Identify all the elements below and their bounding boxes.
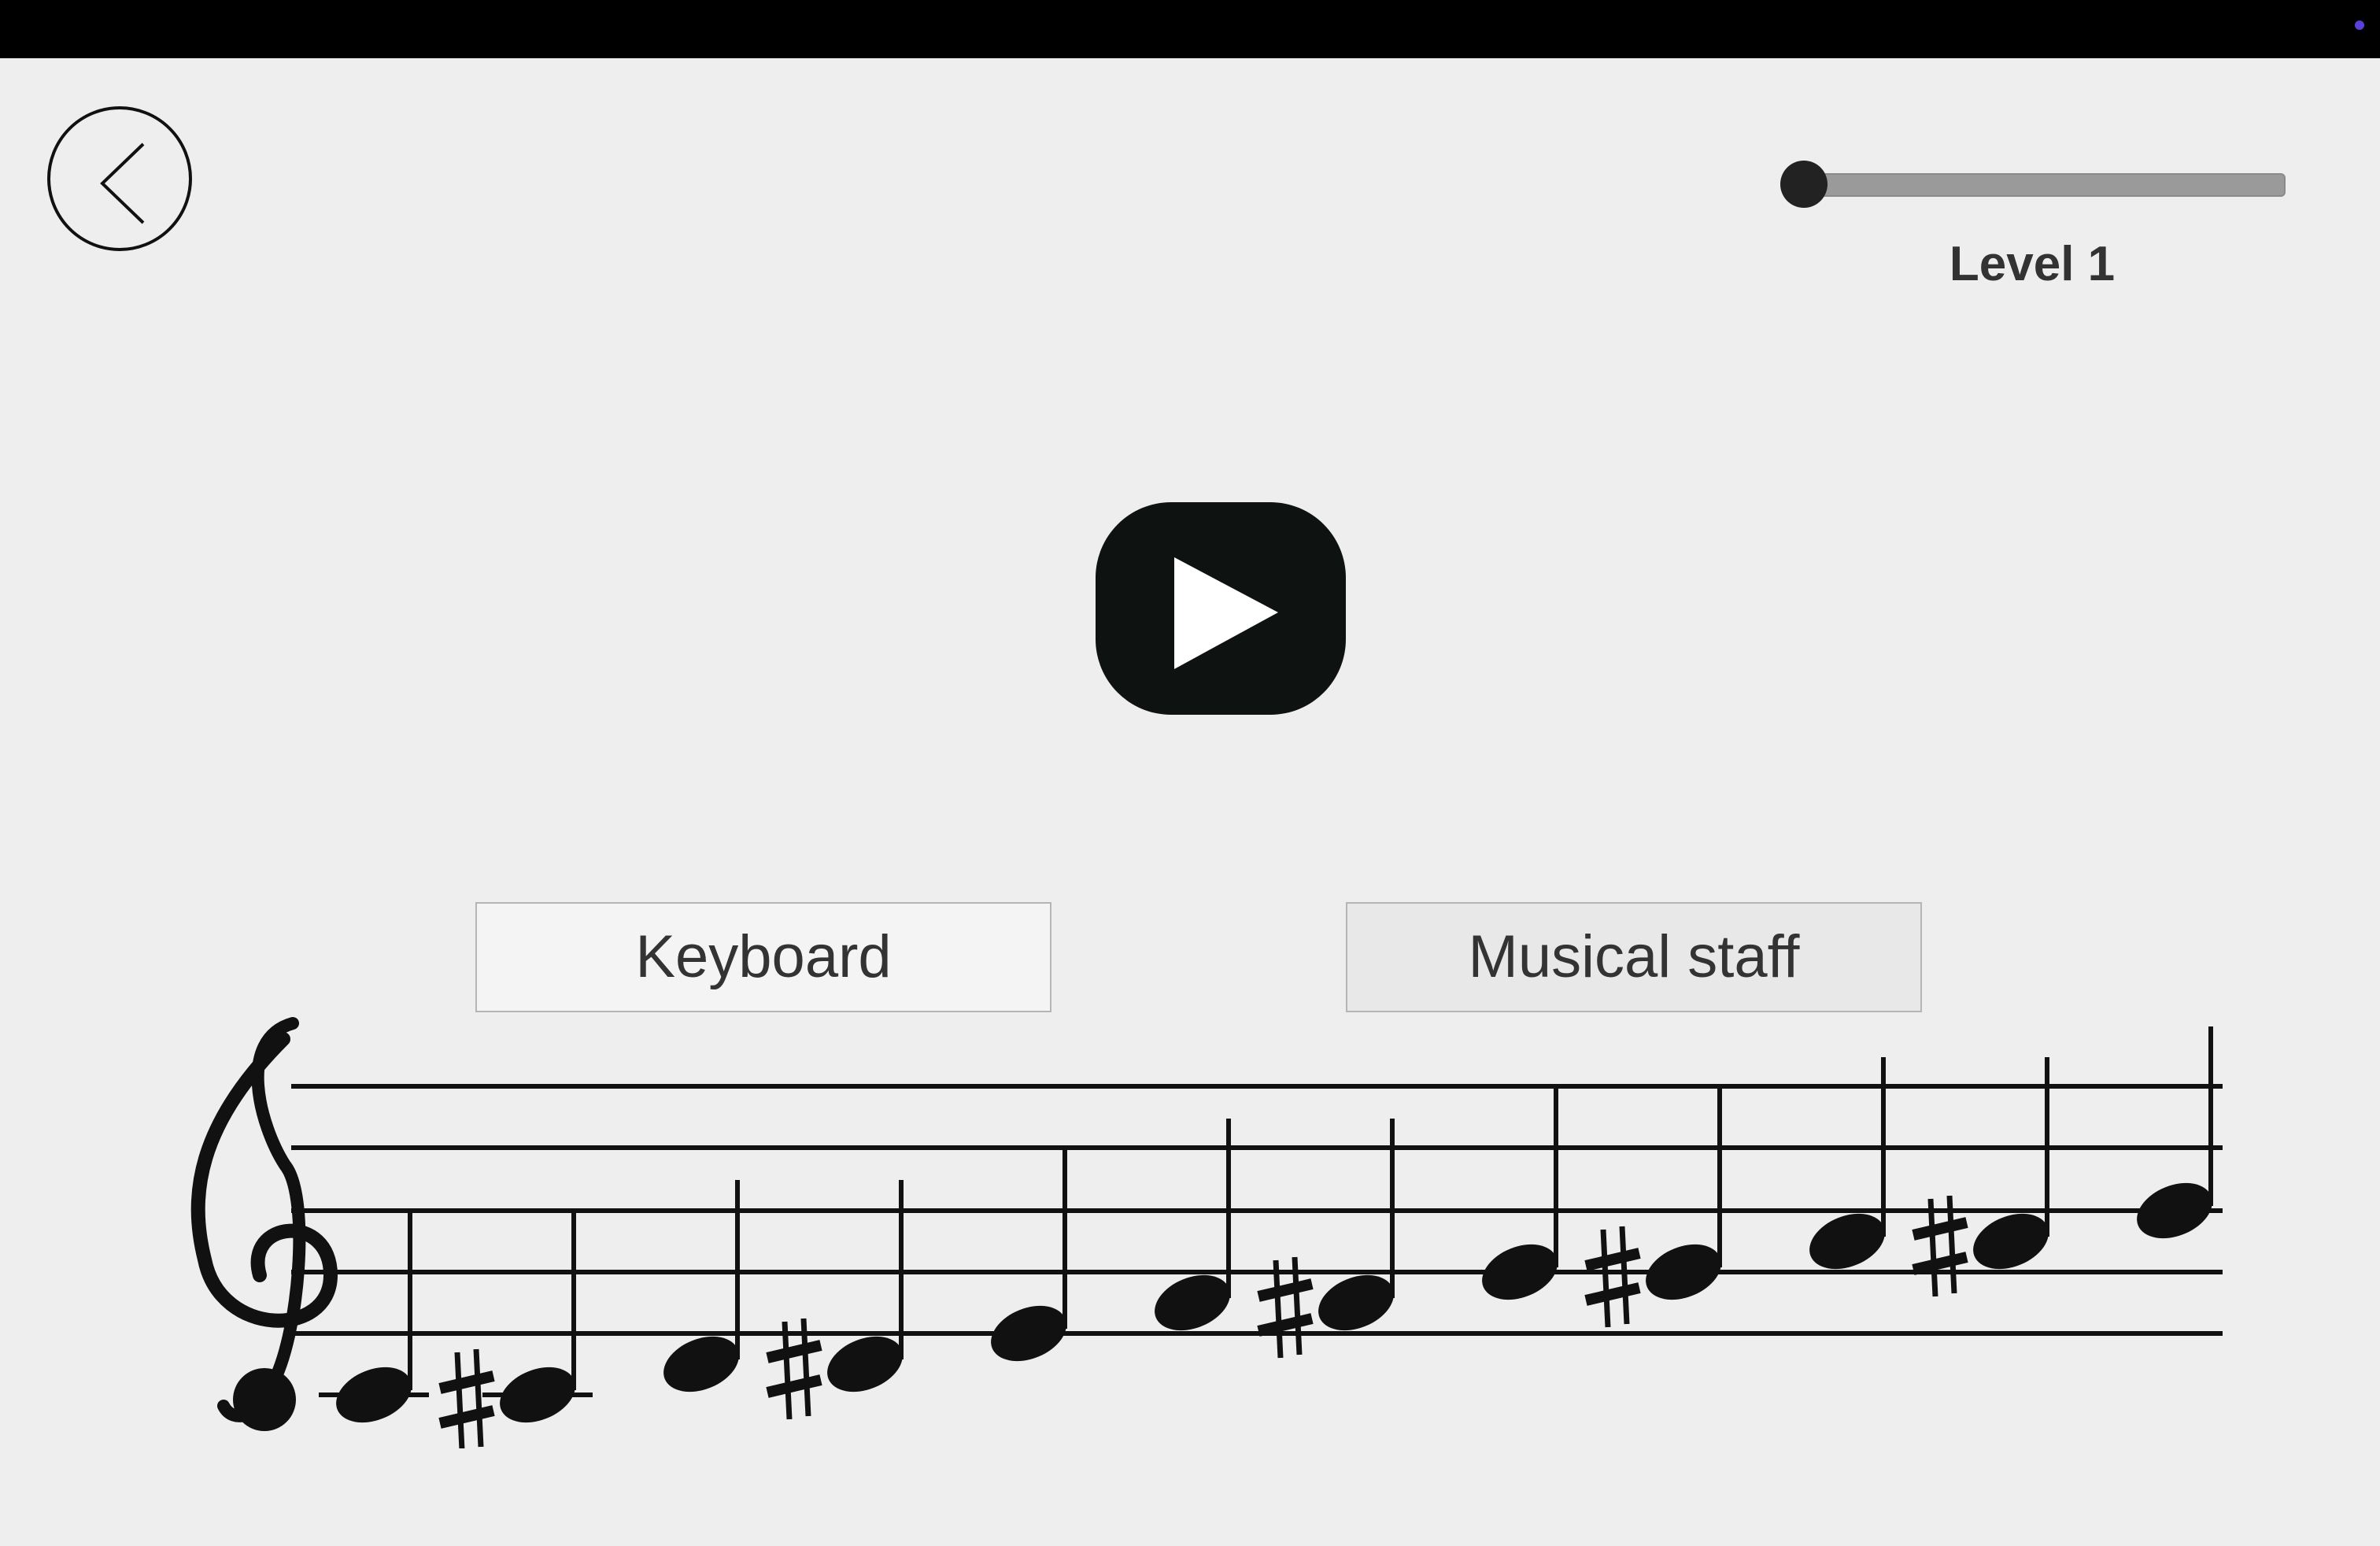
musical-staff — [190, 1017, 2223, 1448]
top-bar — [0, 0, 2380, 58]
note-head — [827, 1336, 903, 1393]
note-head — [2137, 1182, 2212, 1239]
notes-layer — [319, 1026, 2213, 1448]
staff-note — [1809, 1057, 1886, 1270]
staff-note — [1257, 1119, 1395, 1359]
sharp-sign-icon — [1584, 1226, 1641, 1328]
note-head — [1646, 1244, 1721, 1300]
status-indicator-dot — [2355, 20, 2364, 30]
keyboard-mode-button[interactable]: Keyboard — [475, 902, 1051, 1012]
staff-note — [663, 1180, 740, 1393]
note-head — [663, 1336, 739, 1393]
slider-track[interactable] — [1802, 173, 2286, 197]
staff-note — [1482, 1088, 1558, 1300]
staff-note — [1155, 1119, 1231, 1331]
staff-note — [2137, 1026, 2213, 1239]
note-head — [1973, 1213, 2049, 1270]
staff-note — [991, 1149, 1067, 1362]
level-label: Level 1 — [1949, 237, 2116, 291]
staff-note — [319, 1211, 429, 1423]
sharp-sign-icon — [438, 1348, 495, 1448]
note-head — [1482, 1244, 1558, 1300]
note-head — [336, 1367, 412, 1423]
back-button[interactable] — [47, 106, 192, 251]
chevron-left-icon — [100, 142, 145, 224]
play-icon — [1174, 557, 1278, 669]
note-head — [991, 1305, 1066, 1362]
staff-note — [766, 1180, 904, 1420]
staff-note — [1912, 1057, 2049, 1297]
level-slider[interactable] — [1780, 159, 2287, 209]
note-head — [1809, 1213, 1885, 1270]
slider-thumb[interactable] — [1780, 161, 1828, 208]
staff-note — [438, 1211, 593, 1448]
staff-note — [1584, 1088, 1722, 1328]
note-head — [1155, 1274, 1230, 1331]
note-head — [1318, 1274, 1394, 1331]
play-button[interactable] — [1096, 502, 1346, 715]
note-head — [500, 1367, 575, 1423]
musical-staff-mode-button[interactable]: Musical staff — [1346, 902, 1922, 1012]
